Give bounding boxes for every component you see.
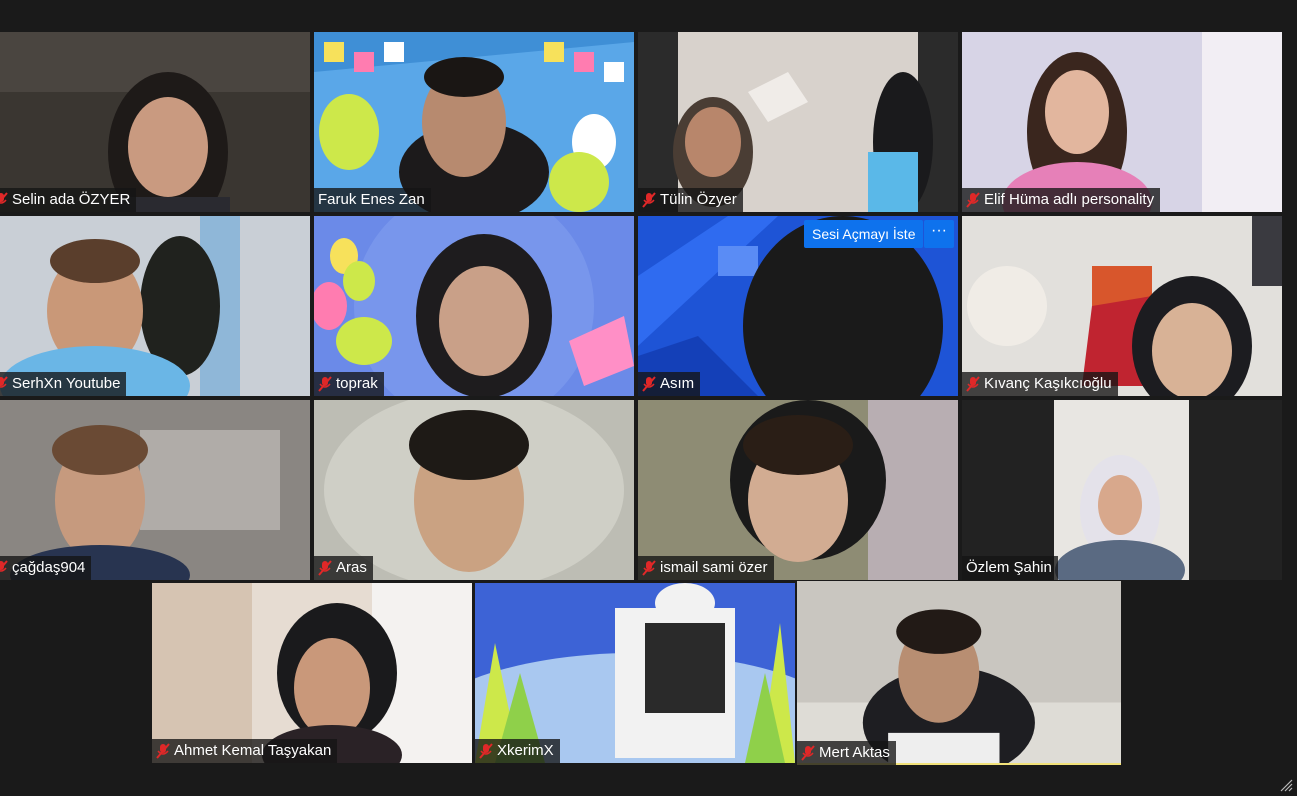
video-tile[interactable]: SerhXn Youtube — [0, 216, 310, 396]
muted-mic-icon — [156, 743, 170, 759]
participant-name-bar: Mert Aktas — [797, 741, 896, 765]
video-tile[interactable]: Asım Sesi Açmayı İste ··· — [638, 216, 958, 396]
participant-name-bar: Asım — [638, 372, 701, 396]
participant-name-bar: SerhXn Youtube — [0, 372, 127, 396]
participant-name: Faruk Enes Zan — [318, 191, 425, 208]
video-tile[interactable]: Faruk Enes Zan — [314, 32, 634, 212]
participant-name: XkerimX — [497, 742, 554, 759]
participant-name: Kıvanç Kaşıkcıoğlu — [984, 375, 1112, 392]
participant-name: Aras — [336, 559, 367, 576]
muted-mic-icon — [0, 376, 8, 388]
video-tile[interactable]: XkerimX — [475, 583, 795, 763]
participant-name: Özlem Şahin — [966, 559, 1052, 576]
participant-video — [0, 32, 310, 212]
muted-mic-icon — [479, 743, 493, 759]
video-tile[interactable]: ismail sami özer — [638, 400, 958, 580]
muted-mic-icon — [318, 560, 332, 576]
participant-video — [314, 216, 634, 396]
participant-name-bar: Özlem Şahin — [962, 556, 1058, 580]
participant-name: Tülin Özyer — [660, 191, 737, 208]
participant-name: toprak — [336, 375, 378, 392]
participant-name-bar: ismail sami özer — [638, 556, 774, 580]
participant-video — [475, 583, 795, 763]
video-tile[interactable]: Aras — [314, 400, 634, 580]
participant-name-bar: toprak — [314, 372, 384, 396]
participant-video — [0, 400, 310, 580]
muted-mic-icon — [642, 192, 656, 208]
participant-name: Mert Aktas — [819, 744, 890, 761]
participant-name-bar: XkerimX — [475, 739, 560, 763]
participant-video — [152, 583, 472, 763]
participant-name: SerhXn Youtube — [12, 375, 121, 392]
video-tile[interactable]: Kıvanç Kaşıkcıoğlu — [962, 216, 1282, 396]
participant-name-bar: Aras — [314, 556, 373, 580]
muted-mic-icon — [801, 745, 815, 761]
participant-video — [962, 216, 1282, 396]
muted-mic-icon — [0, 560, 8, 572]
participant-video — [0, 216, 310, 396]
participant-name-bar: Ahmet Kemal Taşyakan — [152, 739, 338, 763]
ask-to-unmute-button[interactable]: Sesi Açmayı İste — [804, 220, 924, 248]
resize-grip-icon[interactable] — [1279, 778, 1293, 792]
muted-mic-icon — [642, 376, 656, 392]
participant-name: Elif Hüma adlı personality — [984, 191, 1155, 208]
participant-video — [962, 32, 1282, 212]
participant-name-bar: Tülin Özyer — [638, 188, 743, 212]
participant-video — [314, 32, 634, 212]
video-tile[interactable]: Elif Hüma adlı personality — [962, 32, 1282, 212]
video-tile[interactable]: Tülin Özyer — [638, 32, 958, 212]
participant-name: Ahmet Kemal Taşyakan — [174, 742, 332, 759]
muted-mic-icon — [642, 560, 656, 576]
active-speaker-tile[interactable]: Mert Aktas — [797, 581, 1121, 765]
participant-video — [638, 400, 958, 580]
participant-name-bar: çağdaş904 — [0, 556, 92, 580]
muted-mic-icon — [966, 192, 980, 208]
video-tile[interactable]: Ahmet Kemal Taşyakan — [152, 583, 472, 763]
video-tile[interactable]: çağdaş904 — [0, 400, 310, 580]
participant-name: ismail sami özer — [660, 559, 768, 576]
participant-video — [962, 400, 1282, 580]
participant-name: Asım — [660, 375, 695, 392]
more-options-button[interactable]: ··· — [924, 220, 954, 248]
participant-name-bar: Faruk Enes Zan — [314, 188, 431, 212]
muted-mic-icon — [318, 376, 332, 392]
video-tile[interactable]: toprak — [314, 216, 634, 396]
participant-name-bar: Selin ada ÖZYER — [0, 188, 137, 212]
muted-mic-icon — [0, 192, 8, 204]
participant-video — [797, 581, 1121, 764]
participant-name: Selin ada ÖZYER — [12, 191, 131, 208]
participant-video — [314, 400, 634, 580]
muted-mic-icon — [966, 376, 980, 392]
participant-name: çağdaş904 — [12, 559, 86, 576]
participant-name-bar: Elif Hüma adlı personality — [962, 188, 1161, 212]
participant-name-bar: Kıvanç Kaşıkcıoğlu — [962, 372, 1118, 396]
video-tile[interactable]: Özlem Şahin — [962, 400, 1282, 580]
participant-video — [638, 32, 958, 212]
video-tile[interactable]: Selin ada ÖZYER — [0, 32, 310, 212]
